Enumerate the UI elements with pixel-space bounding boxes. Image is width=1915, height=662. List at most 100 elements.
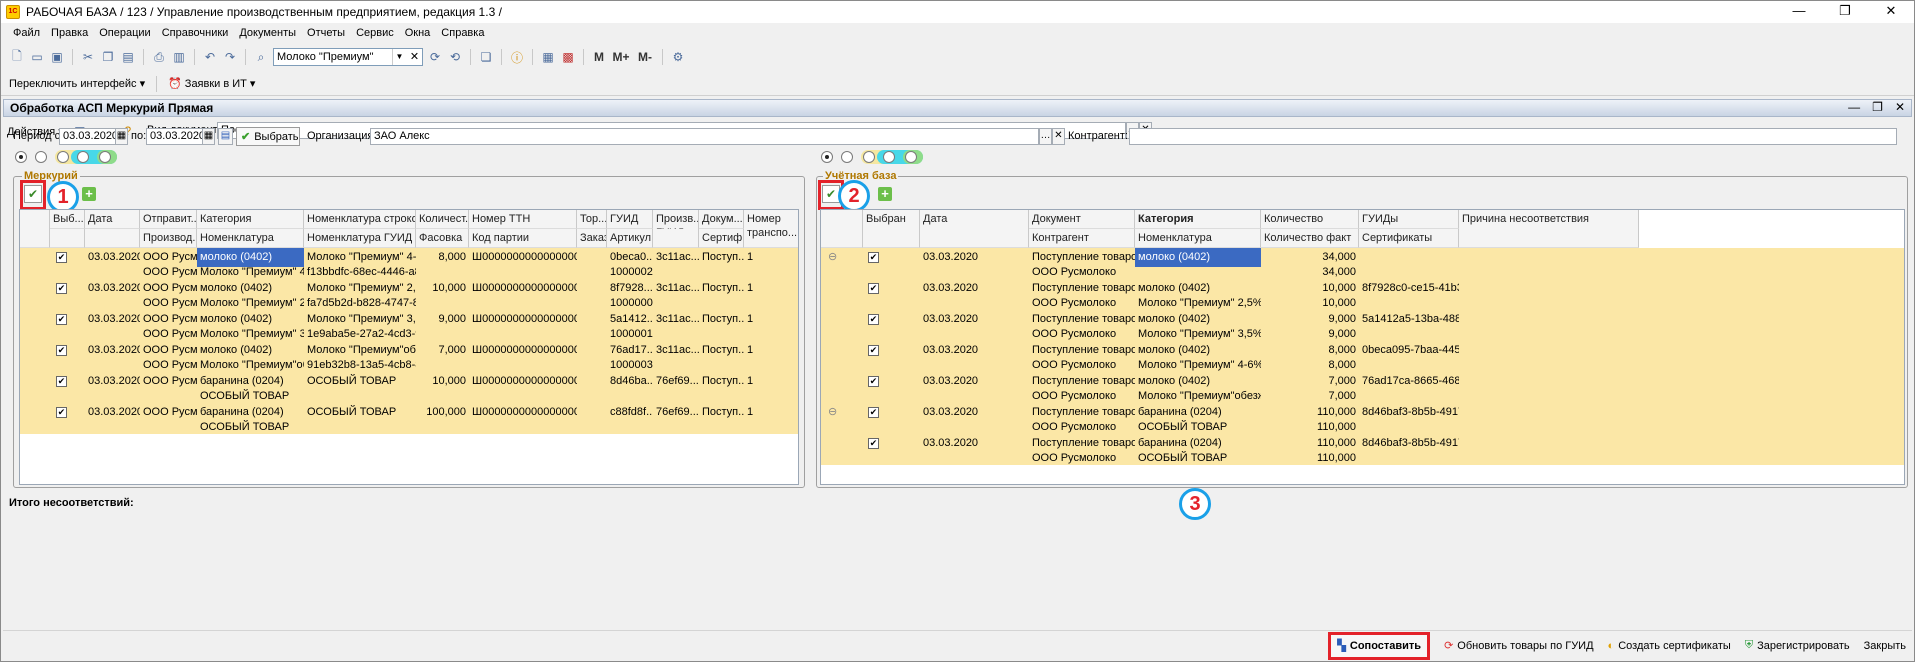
add-icon[interactable]: + <box>878 187 892 201</box>
column-header[interactable]: Дата <box>85 210 140 229</box>
cut-icon[interactable]: ✂ <box>80 49 96 65</box>
it-requests-button[interactable]: ⏰ Заявки в ИТ ▾ <box>168 77 255 91</box>
switch-interface-button[interactable]: Переключить интерфейс ▾ <box>9 77 145 90</box>
column-header[interactable]: Номенклатура строкой <box>304 210 416 229</box>
column-header[interactable]: Тор... <box>577 210 607 229</box>
table-row[interactable]: ✔03.03.2020Поступление товаров ...молоко… <box>821 279 1904 310</box>
column-header[interactable]: Категория <box>1135 210 1261 229</box>
calendar-icon[interactable]: ▩ <box>560 49 576 65</box>
info-icon[interactable]: ⓘ <box>509 49 525 65</box>
new-document-icon[interactable]: 🗋 <box>9 49 25 65</box>
table-row[interactable]: ✔03.03.2020Поступление товаров ...молоко… <box>821 341 1904 372</box>
menu-file[interactable]: Файл <box>13 27 40 39</box>
memory-minus-button[interactable]: M- <box>635 49 655 65</box>
create-certificates-button[interactable]: ◐ Создать сертификаты <box>1608 640 1731 652</box>
add-icon[interactable]: + <box>82 187 96 201</box>
column-header[interactable]: Артикул <box>607 229 653 248</box>
column-header[interactable]: Количество <box>1261 210 1359 229</box>
row-checkbox[interactable]: ✔ <box>868 252 879 263</box>
match-button[interactable]: ▚ Сопоставить <box>1328 631 1431 660</box>
row-checkbox[interactable]: ✔ <box>868 314 879 325</box>
collapse-icon[interactable]: ⊖ <box>825 403 839 422</box>
doc-restore-button[interactable]: ❐ <box>1872 100 1883 114</box>
column-header[interactable]: Выб... <box>50 210 85 229</box>
row-checkbox[interactable]: ✔ <box>56 407 67 418</box>
column-header[interactable]: Причина несоответствия <box>1459 210 1639 248</box>
register-button[interactable]: ⛨ Зарегистрировать <box>1745 639 1850 652</box>
save-icon[interactable]: ▣ <box>49 49 65 65</box>
row-checkbox[interactable]: ✔ <box>868 438 879 449</box>
contractor-field[interactable] <box>1129 128 1897 145</box>
column-header[interactable]: ГУИДы <box>1359 210 1459 229</box>
column-header[interactable]: Фасовка <box>416 229 469 248</box>
menu-documents[interactable]: Документы <box>239 27 296 39</box>
table-row[interactable]: ⊖✔03.03.2020Поступление товаров ...баран… <box>821 403 1904 434</box>
table-row[interactable]: ✔03.03.2020ООО Русм...баранина (0204)ОСО… <box>20 372 798 403</box>
table-row[interactable]: ✔03.03.2020Поступление товаров ...барани… <box>821 434 1904 465</box>
column-header[interactable]: Производ... <box>140 229 197 248</box>
right-filter-radio-cyan[interactable] <box>883 151 895 163</box>
right-filter-radio-yellow[interactable] <box>863 151 875 163</box>
redo-icon[interactable]: ↷ <box>222 49 238 65</box>
left-filter-radio-cyan[interactable] <box>77 151 89 163</box>
search-combo[interactable]: Молоко "Премиум" ▼ ✕ <box>273 48 423 66</box>
table-row[interactable]: ✔03.03.2020Поступление товаров ...молоко… <box>821 372 1904 403</box>
table-row[interactable]: ✔03.03.2020ООО Русм...молоко (0402)Молок… <box>20 341 798 372</box>
memory-m-button[interactable]: M <box>591 49 607 65</box>
row-checkbox[interactable]: ✔ <box>56 345 67 356</box>
column-header[interactable]: Сертификаты <box>1359 229 1459 248</box>
maximize-button[interactable]: ❐ <box>1822 1 1868 23</box>
period-to-field[interactable]: 03.03.2020 <box>146 128 203 145</box>
column-header[interactable]: Сертиф... <box>699 229 744 248</box>
period-from-field[interactable]: 03.03.2020 <box>59 128 116 145</box>
row-checkbox[interactable]: ✔ <box>868 376 879 387</box>
table-row[interactable]: ✔03.03.2020ООО Русм...молоко (0402)Молок… <box>20 279 798 310</box>
right-filter-radio-mismatch[interactable] <box>841 151 853 163</box>
find-next-icon[interactable]: ⟳ <box>427 49 443 65</box>
column-header[interactable]: Докум... <box>699 210 744 229</box>
undo-icon[interactable]: ↶ <box>202 49 218 65</box>
menu-windows[interactable]: Окна <box>405 27 431 39</box>
select-button[interactable]: ✔ Выбрать <box>236 127 300 146</box>
row-checkbox[interactable]: ✔ <box>56 376 67 387</box>
paste-icon[interactable]: ▤ <box>120 49 136 65</box>
column-header[interactable]: Заказ <box>577 229 607 248</box>
org-select-button[interactable]: … <box>1039 128 1052 145</box>
table-row[interactable]: ✔03.03.2020ООО Русм...баранина (0204)ОСО… <box>20 403 798 434</box>
column-header[interactable]: Номер транспо... <box>744 210 798 248</box>
left-filter-radio-mismatch[interactable] <box>35 151 47 163</box>
column-header[interactable]: Выбран <box>863 210 920 248</box>
doc-close-button[interactable]: ✕ <box>1895 100 1905 114</box>
collapse-icon[interactable]: ⊖ <box>825 248 839 267</box>
table-row[interactable]: ⊖✔03.03.2020Поступление товаров ...молок… <box>821 248 1904 279</box>
menu-edit[interactable]: Правка <box>51 27 88 39</box>
copy-icon[interactable]: ❐ <box>100 49 116 65</box>
column-header[interactable]: Номенклатура <box>197 229 304 248</box>
calendar-icon[interactable]: ▦ <box>202 128 215 145</box>
column-header[interactable]: Номенклатура <box>1135 229 1261 248</box>
row-checkbox[interactable]: ✔ <box>868 407 879 418</box>
print-preview-icon[interactable]: ▥ <box>171 49 187 65</box>
left-filter-radio-yellow[interactable] <box>57 151 69 163</box>
column-header[interactable]: Контрагент <box>1029 229 1135 248</box>
memory-plus-button[interactable]: M+ <box>611 49 631 65</box>
windows-icon[interactable]: ❏ <box>478 49 494 65</box>
update-by-guid-button[interactable]: ⟳ Обновить товары по ГУИД <box>1444 639 1593 653</box>
find-prev-icon[interactable]: ⟲ <box>447 49 463 65</box>
org-field[interactable]: ЗАО Алекс <box>370 128 1039 145</box>
column-header[interactable]: Код партии <box>469 229 577 248</box>
row-checkbox[interactable]: ✔ <box>56 252 67 263</box>
left-filter-radio-green[interactable] <box>99 151 111 163</box>
close-window-button[interactable]: ✕ <box>1868 1 1914 23</box>
right-filter-radio-all[interactable] <box>821 151 833 163</box>
column-header[interactable]: Количест... <box>416 210 469 229</box>
column-header[interactable]: ГУИД <box>607 210 653 229</box>
chevron-down-icon[interactable]: ▼ <box>392 49 406 65</box>
column-header[interactable]: Количество факт <box>1261 229 1359 248</box>
table-row[interactable]: ✔03.03.2020Поступление товаров ...молоко… <box>821 310 1904 341</box>
column-header[interactable]: Дата <box>920 210 1029 248</box>
row-checkbox[interactable]: ✔ <box>868 345 879 356</box>
print-icon[interactable]: ⎙ <box>151 49 167 65</box>
column-header[interactable]: Номер ТТН <box>469 210 577 229</box>
calendar-icon[interactable]: ▦ <box>115 128 128 145</box>
